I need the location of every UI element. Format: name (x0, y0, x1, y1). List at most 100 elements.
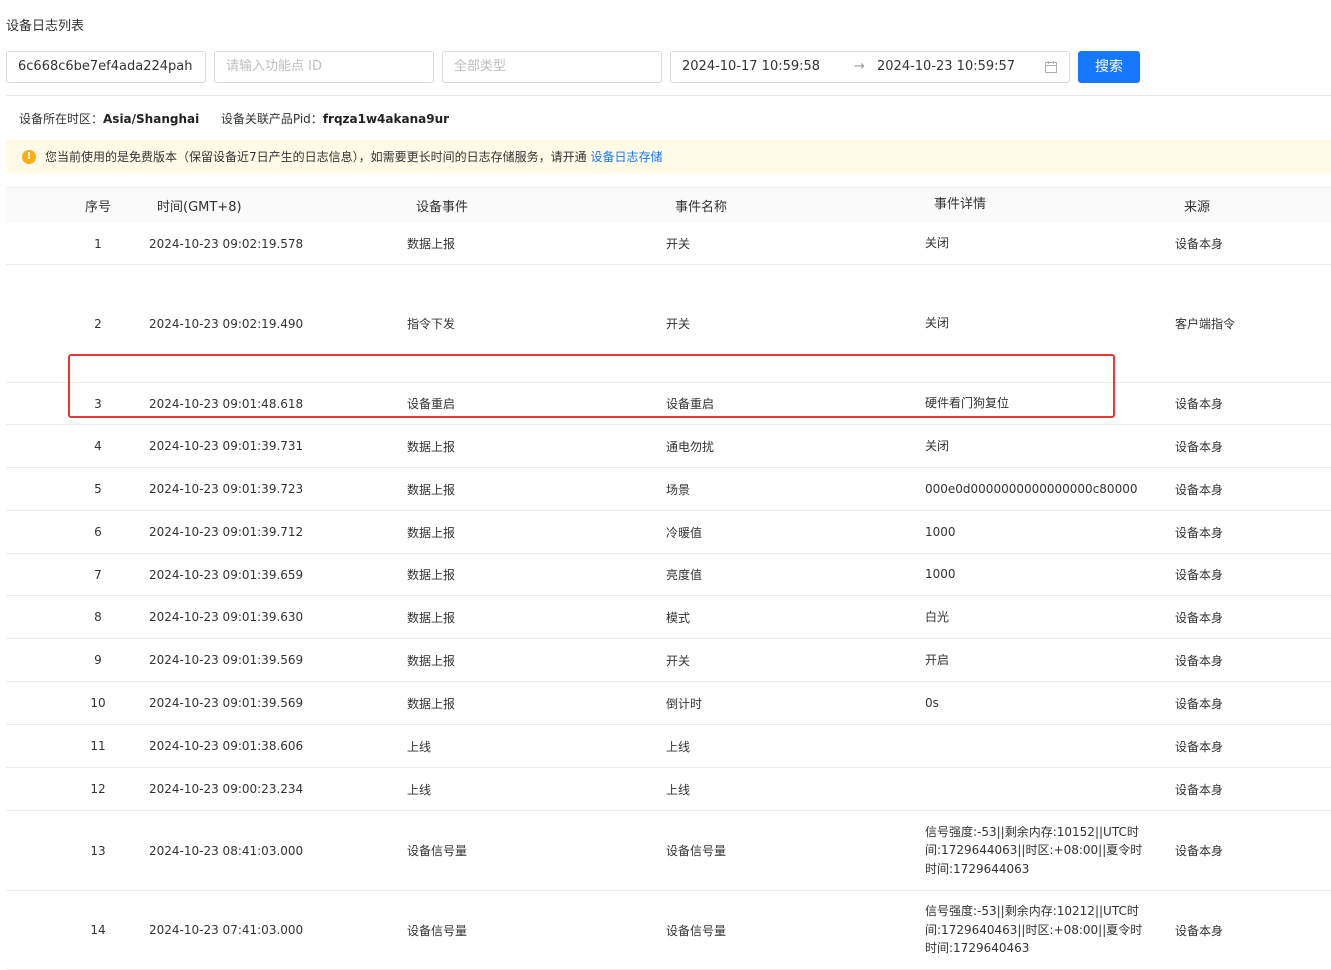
row-event-name: 模式 (666, 610, 691, 625)
device-id-input[interactable]: 6c668c6be7ef4ada224pah (6, 51, 206, 83)
row-event-detail (925, 768, 1145, 810)
row-event-detail: 开启 (925, 652, 950, 667)
row-time: 2024-10-23 09:00:23.234 (149, 782, 304, 796)
row-time: 2024-10-23 09:01:39.723 (149, 482, 304, 496)
row-event-detail: 关闭 (925, 438, 950, 453)
row-source: 设备本身 (1175, 610, 1224, 625)
row-no: 1 (94, 236, 102, 251)
row-event-name: 亮度值 (666, 568, 703, 582)
row-time: 2024-10-23 09:01:39.659 (149, 567, 304, 582)
row-event-detail: 关闭 (925, 236, 950, 251)
row-no: 9 (94, 653, 102, 667)
header-event-name: 事件名称 (675, 200, 728, 215)
device-info: 设备所在时区：Asia/Shanghai 设备关联产品Pid：frqza1w4a… (19, 110, 449, 127)
range-separator: → (854, 59, 865, 74)
row-source: 设备本身 (1175, 482, 1224, 497)
row-source: 设备本身 (1175, 568, 1224, 582)
row-time: 2024-10-23 07:41:03.000 (149, 923, 304, 937)
timezone-value: Asia/Shanghai (103, 112, 200, 126)
row-event: 数据上报 (407, 568, 456, 582)
date-range-picker[interactable]: 2024-10-17 10:59:58 → 2024-10-23 10:59:5… (670, 51, 1070, 83)
row-time: 2024-10-23 09:01:39.569 (149, 653, 304, 667)
row-event-name: 设备信号量 (666, 923, 727, 938)
row-event-name: 通电勿扰 (666, 439, 715, 454)
row-no: 5 (94, 482, 102, 496)
header-event: 设备事件 (416, 200, 469, 215)
row-event-detail: 000e0d0000000000000000c80000 (925, 481, 1138, 496)
row-no: 10 (90, 696, 106, 710)
table-row: 7 2024-10-23 09:01:39.659 数据上报 亮度值 1000 设备本身 (6, 554, 1331, 596)
row-event: 数据上报 (407, 482, 456, 497)
row-time: 2024-10-23 09:02:19.578 (149, 236, 304, 251)
row-time: 2024-10-23 08:41:03.000 (149, 843, 304, 858)
free-version-notice: ! 您当前使用的是免费版本（保留设备近7日产生的日志信息），如需要更长时间的日志… (6, 140, 1331, 174)
notice-text: 您当前使用的是免费版本（保留设备近7日产生的日志信息），如需要更长时间的日志存储… (45, 150, 587, 164)
row-time: 2024-10-23 09:01:39.731 (149, 439, 304, 453)
row-event-detail: 1000 (925, 524, 956, 539)
row-event: 上线 (407, 782, 432, 797)
row-source: 设备本身 (1175, 439, 1224, 454)
log-storage-link[interactable]: 设备日志存储 (590, 150, 662, 164)
row-event: 数据上报 (407, 237, 456, 251)
timezone-label: 设备所在时区： (19, 112, 104, 126)
function-point-id-input[interactable]: 请输入功能点 ID (214, 51, 434, 83)
row-event-name: 上线 (666, 782, 691, 797)
table-row: 5 2024-10-23 09:01:39.723 数据上报 场景 000e0d0000… (6, 468, 1331, 511)
row-event: 上线 (407, 739, 432, 754)
table-row: 4 2024-10-23 09:01:39.731 数据上报 通电勿扰 关闭 设备本身 (6, 425, 1331, 468)
row-source: 设备本身 (1175, 696, 1224, 711)
table-row: 10 2024-10-23 09:01:39.569 数据上报 倒计时 0s 设备本身 (6, 682, 1331, 725)
table-row: 1 2024-10-23 09:02:19.578 数据上报 开关 关闭 设备本身 (6, 223, 1331, 265)
row-event: 设备信号量 (407, 923, 468, 938)
row-source: 设备本身 (1175, 397, 1224, 411)
row-no: 6 (94, 525, 102, 539)
start-time[interactable]: 2024-10-17 10:59:58 (682, 52, 842, 82)
row-source: 设备本身 (1175, 653, 1224, 668)
table-row: 12 2024-10-23 09:00:23.234 上线 上线 设备本身 (6, 768, 1331, 811)
row-event-name: 开关 (666, 237, 691, 251)
table-body: 1 2024-10-23 09:02:19.578 数据上报 开关 关闭 设备本身 2 202… (6, 223, 1331, 970)
pid-value: frqza1w4akana9ur (322, 112, 450, 126)
header-source: 来源 (1184, 200, 1211, 215)
row-event: 数据上报 (407, 525, 456, 540)
event-type-select[interactable]: 全部类型 (442, 51, 662, 83)
row-source: 设备本身 (1175, 739, 1224, 754)
row-event: 数据上报 (407, 653, 456, 668)
row-event-name: 上线 (666, 739, 691, 754)
end-time[interactable]: 2024-10-23 10:59:57 (877, 52, 1037, 82)
row-event-name: 倒计时 (666, 696, 703, 711)
search-button[interactable]: 搜索 (1078, 51, 1140, 83)
row-event-name: 场景 (666, 482, 691, 497)
row-source: 设备本身 (1175, 923, 1224, 938)
row-event-detail: 信号强度:-53||剩余内存:10212||UTC时间:1729640463||… (925, 904, 1143, 956)
table-row: 11 2024-10-23 09:01:38.606 上线 上线 设备本身 (6, 725, 1331, 768)
device-log-table: 序号 时间(GMT+8) 设备事件 事件名称 事件详情 来源 1 2024-10-… (6, 187, 1331, 970)
table-row: 9 2024-10-23 09:01:39.569 数据上报 开关 开启 设备本身 (6, 639, 1331, 682)
row-event-name: 开关 (666, 653, 691, 668)
row-no: 4 (94, 439, 102, 453)
row-time: 2024-10-23 09:01:39.630 (149, 610, 304, 624)
row-no: 14 (90, 923, 106, 937)
row-source: 客户端指令 (1175, 317, 1236, 331)
row-no: 7 (94, 567, 102, 582)
row-event: 数据上报 (407, 610, 456, 625)
pid-label: 设备关联产品Pid： (220, 112, 323, 126)
row-source: 设备本身 (1175, 844, 1224, 858)
row-time: 2024-10-23 09:01:39.569 (149, 696, 304, 710)
table-row: 8 2024-10-23 09:01:39.630 数据上报 模式 白光 设备本身 (6, 596, 1331, 639)
row-event-detail: 信号强度:-53||剩余内存:10152||UTC时间:1729644063||… (925, 824, 1143, 876)
divider (6, 95, 1331, 96)
row-event-detail: 白光 (925, 609, 950, 624)
row-event-detail: 0s (925, 695, 939, 710)
header-time: 时间(GMT+8) (157, 200, 242, 215)
row-no: 12 (90, 782, 106, 796)
page-title: 设备日志列表 (6, 19, 85, 34)
row-event: 数据上报 (407, 439, 456, 454)
row-event-detail: 1000 (925, 567, 956, 582)
row-event-detail (925, 725, 1145, 767)
row-event: 设备信号量 (407, 844, 468, 858)
row-event-name: 冷暖值 (666, 525, 703, 540)
row-no: 8 (94, 610, 102, 624)
table-header: 序号 时间(GMT+8) 设备事件 事件名称 事件详情 来源 (6, 187, 1331, 223)
row-event-name: 设备信号量 (666, 844, 727, 858)
